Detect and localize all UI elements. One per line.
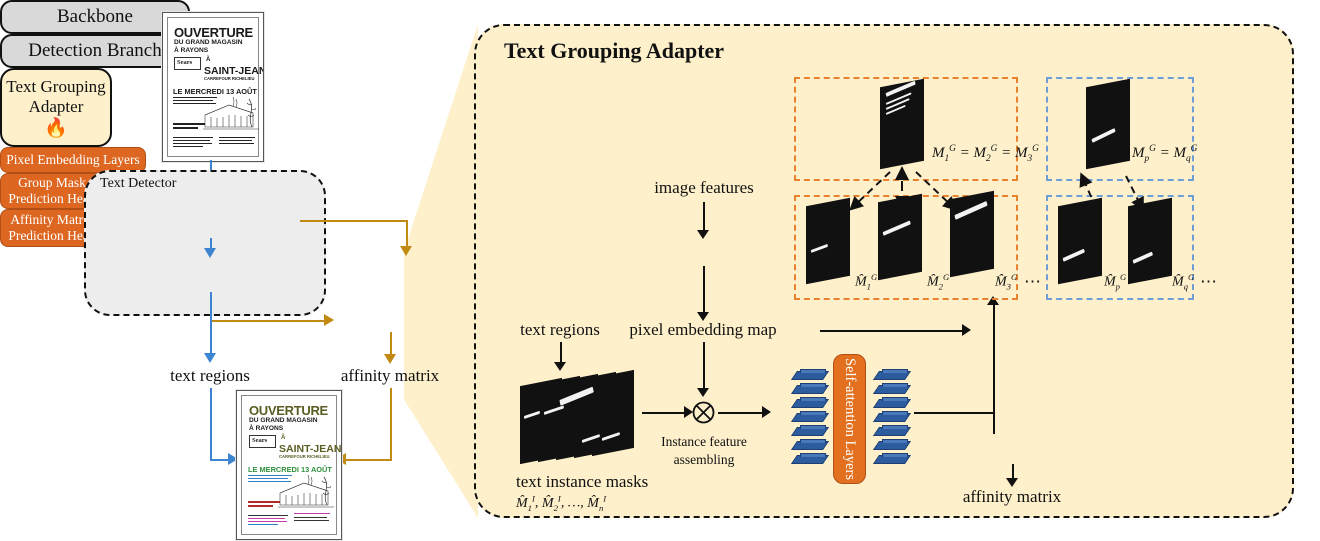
out-poster-title: OUVERTURE <box>249 403 328 418</box>
token-block <box>872 413 912 422</box>
arrow-affinity-to-output-h <box>345 459 392 461</box>
circle-times-icon <box>692 401 715 424</box>
token-block <box>872 441 912 450</box>
figure-canvas: OUVERTURE DU GRAND MAGASIN À RAYONS Sear… <box>0 0 1320 541</box>
token-column-input <box>790 371 832 464</box>
arrow-textregions-to-masks <box>560 342 562 364</box>
arrow-regions-to-output-v <box>210 388 212 460</box>
group-mask-head-line1: Group Mask <box>18 174 86 190</box>
line-map-to-groupmaskhead <box>820 330 968 332</box>
text-regions-label-left: text regions <box>170 366 250 385</box>
token-block <box>790 371 830 380</box>
vertical-bus <box>993 316 995 412</box>
affinity-head-line2: Prediction Head <box>8 228 96 243</box>
arrow-pel-to-map <box>703 266 705 314</box>
out-poster-subtitle-2: À RAYONS <box>249 425 284 432</box>
arrowhead-imagefeat-to-pel <box>697 230 709 239</box>
arrowhead-affinityhead-down <box>1006 478 1018 487</box>
out-poster-connector: À <box>281 435 286 441</box>
affinity-matrix-label-left: affinity matrix <box>340 366 440 385</box>
token-block <box>790 385 830 394</box>
arrow-regions-to-output-h <box>210 459 230 461</box>
grouped-poster-output: OUVERTURE DU GRAND MAGASIN À RAYONS Sear… <box>236 390 342 540</box>
self-attention-layers-label: Self-attention Layers <box>842 358 858 480</box>
arrowhead-map-down <box>697 388 709 397</box>
self-attention-layers-box[interactable]: Self-attention Layers <box>833 354 866 484</box>
token-block <box>872 371 912 380</box>
text-regions-label-panel: text regions <box>520 320 600 339</box>
pred-mask-orange-2-label: M̂2G <box>927 272 950 292</box>
arrow-masks-to-multiply <box>642 412 690 414</box>
poster-title: OUVERTURE <box>174 25 253 40</box>
arrow-backbone-to-adapter-h <box>300 220 407 222</box>
out-poster-place-sub: CARREFOUR RICHELIEU <box>279 454 330 459</box>
arrowhead-branch-down <box>203 353 216 363</box>
pred-mask-blue-q-label: M̂qG <box>1172 272 1195 292</box>
flame-icon: 🔥 <box>44 118 68 140</box>
poster-connector: À <box>206 57 211 63</box>
out-poster-subtitle-1: DU GRAND MAGASIN <box>249 417 318 424</box>
pixel-embedding-layers-label: Pixel Embedding Layers <box>6 151 140 167</box>
arrowhead-backbone-to-adapter <box>399 246 412 256</box>
panel-title: Text Grouping Adapter <box>504 38 725 63</box>
adapter-label-line1: Text Grouping <box>6 76 106 96</box>
detection-branch-label: Detection Branch <box>28 40 162 61</box>
arrowhead-regions-to-adapter <box>324 313 334 326</box>
arrowhead-backbone-to-branch <box>203 248 216 258</box>
text-instance-masks-formula: M̂1I, M̂2I, …, M̂nI <box>516 493 607 513</box>
arrow-imagefeat-to-pel <box>703 202 705 232</box>
line-tokens-to-bus <box>914 412 994 414</box>
arrow-branch-down <box>210 292 212 355</box>
arrowhead-multiply-to-tokens <box>762 406 771 418</box>
pred-mask-blue-p-label: M̂pG <box>1104 272 1127 292</box>
token-block <box>872 385 912 394</box>
arrow-multiply-to-tokens <box>718 412 768 414</box>
token-block <box>872 427 912 436</box>
text-instance-mask-stack <box>520 368 660 473</box>
out-poster-brand: Sears <box>252 437 268 444</box>
line-map-down <box>703 342 705 390</box>
image-features-label: image features <box>654 178 754 197</box>
poster-brand: Sears <box>177 59 193 66</box>
token-column-output <box>872 371 914 464</box>
arrow-affinity-to-output-v <box>390 388 392 460</box>
text-instance-masks-label: text instance masks <box>516 472 649 491</box>
token-block <box>872 455 912 464</box>
backbone-label: Backbone <box>57 6 133 27</box>
affinity-matrix-output-label: affinity matrix <box>962 487 1062 506</box>
poster-place-sub: CARREFOUR RICHELIEU <box>204 76 255 81</box>
out-body-2 <box>248 505 273 507</box>
text-grouping-adapter-box[interactable]: Text Grouping Adapter 🔥 <box>0 68 112 147</box>
token-block <box>790 427 830 436</box>
arrowhead-map-to-groupmaskhead <box>962 324 971 336</box>
instance-feature-assembling-line2: assembling <box>673 452 735 467</box>
line-bus-down-to-affinityhead <box>993 412 995 434</box>
arrow-regions-to-adapter <box>212 320 326 322</box>
arrow-backbone-to-adapter-v <box>406 220 408 248</box>
token-block <box>872 399 912 408</box>
pred-mask-orange-1-label: M̂1G <box>855 272 878 292</box>
token-block <box>790 413 830 422</box>
arrowhead-adapter-down <box>383 354 396 364</box>
token-block <box>790 455 830 464</box>
token-block <box>790 399 830 408</box>
instance-feature-assembling-line1: Instance feature <box>661 434 747 449</box>
pixel-embedding-map-label: pixel embedding map <box>629 320 777 339</box>
out-poster-building-sketch <box>278 474 334 508</box>
ellipsis-after-orange-group: ⋯ <box>1024 272 1042 291</box>
pred-mask-orange-3-label: M̂3G <box>995 272 1018 292</box>
ellipsis-after-blue-group: ⋯ <box>1200 272 1218 291</box>
out-body-1 <box>248 501 280 503</box>
poster-subtitle-1: DU GRAND MAGASIN <box>174 39 243 46</box>
affinity-head-line1: Affinity Matrix <box>10 211 94 227</box>
poster-building-sketch <box>203 96 259 130</box>
scanned-poster-input: OUVERTURE DU GRAND MAGASIN À RAYONS Sear… <box>162 12 264 162</box>
token-block <box>790 441 830 450</box>
text-detector-label: Text Detector <box>100 176 177 191</box>
callout-wedge <box>404 24 478 518</box>
arrow-adapter-down <box>390 332 392 356</box>
group-mask-head-line2: Prediction Head <box>8 191 96 206</box>
poster-subtitle-2: À RAYONS <box>174 47 209 54</box>
adapter-label-line2: Adapter <box>28 97 84 116</box>
